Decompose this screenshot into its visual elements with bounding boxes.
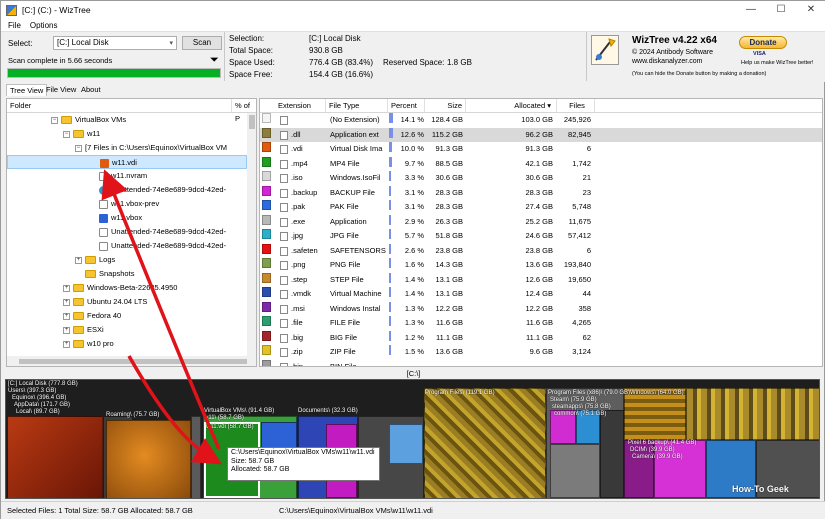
annotation-arrows bbox=[101, 169, 223, 465]
wiztree-window: [C:] (C:) - WizTree — ☐ ✕ File Options S… bbox=[0, 0, 825, 519]
